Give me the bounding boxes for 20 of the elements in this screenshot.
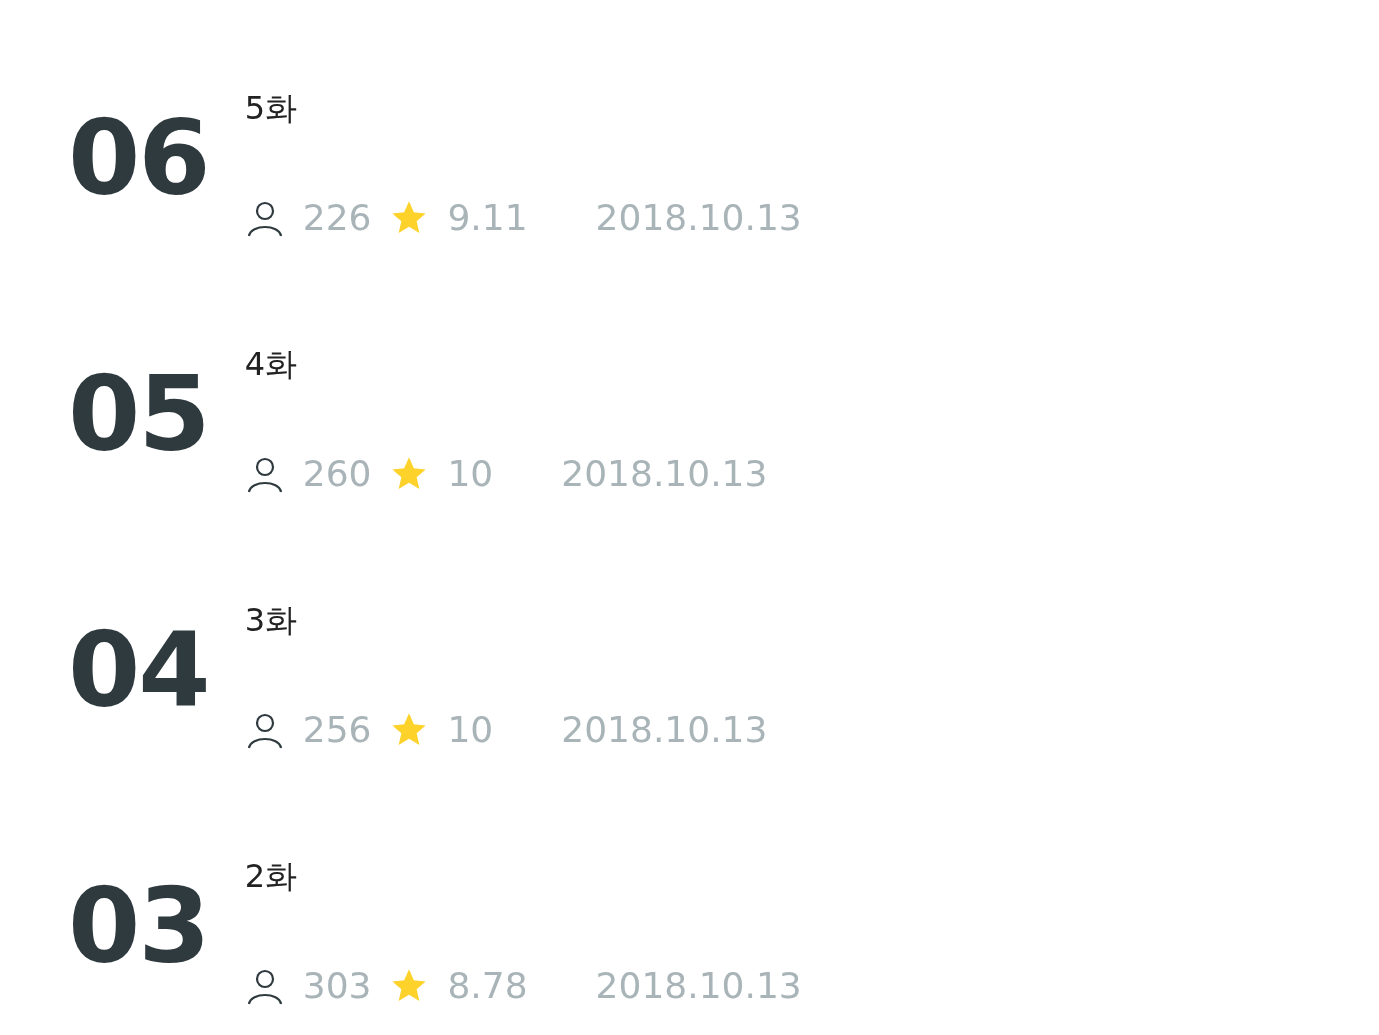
view-count: 260 [302,452,372,496]
rating: 10 [447,708,494,752]
episode-title[interactable]: 4화 [244,344,768,384]
episode-date: 2018.10.13 [595,196,802,240]
rating: 8.78 [447,964,528,1008]
episode-number: 03 [68,874,209,978]
view-count: 226 [302,196,372,240]
episode-date: 2018.10.13 [561,452,768,496]
view-count: 256 [302,708,372,752]
episode-date: 2018.10.13 [595,964,802,1008]
episode-number: 05 [68,362,209,466]
episode-title[interactable]: 3화 [244,600,768,640]
episode-number: 06 [68,106,209,210]
rating: 9.11 [447,196,528,240]
episode-title[interactable]: 5화 [244,88,802,128]
episode-number: 04 [68,618,209,722]
view-count: 303 [302,964,372,1008]
episode-title[interactable]: 2화 [244,856,802,896]
rating: 10 [447,452,494,496]
episode-date: 2018.10.13 [561,708,768,752]
